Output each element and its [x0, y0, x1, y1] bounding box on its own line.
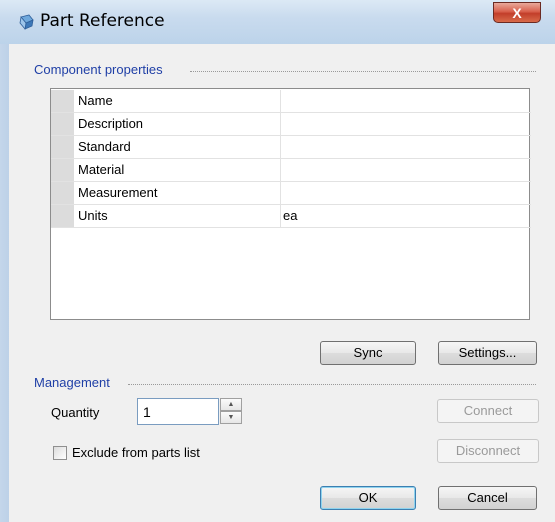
property-value[interactable]: ea — [283, 208, 297, 223]
section-divider — [128, 384, 536, 385]
cell-separator — [280, 159, 281, 181]
window-frame-left — [0, 44, 9, 522]
management-label: Management — [34, 375, 110, 390]
property-name: Name — [78, 93, 113, 108]
cell-separator — [280, 136, 281, 158]
quantity-decrement-button[interactable]: ▼ — [220, 411, 242, 424]
quantity-input[interactable] — [137, 398, 219, 425]
settings-button[interactable]: Settings... — [438, 341, 537, 365]
property-name: Measurement — [78, 185, 158, 200]
table-row[interactable]: Material — [51, 159, 531, 182]
arrow-down-icon: ▼ — [227, 414, 235, 421]
row-header[interactable] — [51, 182, 74, 204]
table-row[interactable]: Units ea — [51, 205, 531, 228]
component-properties-label: Component properties — [34, 62, 163, 77]
table-row[interactable]: Description — [51, 113, 531, 136]
table-row[interactable]: Name — [51, 90, 531, 113]
row-header[interactable] — [51, 90, 74, 112]
property-name: Standard — [78, 139, 131, 154]
cancel-button[interactable]: Cancel — [438, 486, 537, 510]
property-name: Description — [78, 116, 144, 131]
connect-button[interactable]: Connect — [437, 399, 539, 423]
ok-button[interactable]: OK — [320, 486, 416, 510]
section-divider — [190, 71, 536, 72]
arrow-up-icon: ▲ — [227, 401, 235, 408]
property-name: Material — [78, 162, 125, 177]
property-name: Units — [78, 208, 108, 223]
cell-separator — [280, 90, 281, 112]
quantity-increment-button[interactable]: ▲ — [220, 398, 242, 411]
property-grid[interactable]: Name Description Standard Material Measu… — [50, 88, 531, 320]
exclude-from-parts-list-checkbox[interactable] — [53, 446, 67, 460]
cell-separator — [280, 205, 281, 227]
disconnect-button[interactable]: Disconnect — [437, 439, 539, 463]
close-button[interactable]: X — [493, 2, 541, 23]
close-icon: X — [512, 5, 522, 21]
row-header[interactable] — [51, 205, 74, 227]
row-header[interactable] — [51, 159, 74, 181]
sync-button[interactable]: Sync — [320, 341, 416, 365]
row-header[interactable] — [51, 113, 74, 135]
cell-separator — [280, 113, 281, 135]
part-reference-icon — [19, 14, 34, 30]
title-bar[interactable]: Part Reference X — [0, 0, 555, 44]
row-header[interactable] — [51, 136, 74, 158]
part-reference-dialog: Part Reference X Component properties Na… — [0, 0, 555, 522]
table-row[interactable]: Measurement — [51, 182, 531, 205]
dialog-title: Part Reference — [40, 11, 165, 31]
cell-separator — [280, 182, 281, 204]
quantity-label: Quantity — [51, 405, 100, 420]
table-row[interactable]: Standard — [51, 136, 531, 159]
exclude-from-parts-list-label[interactable]: Exclude from parts list — [72, 445, 200, 460]
